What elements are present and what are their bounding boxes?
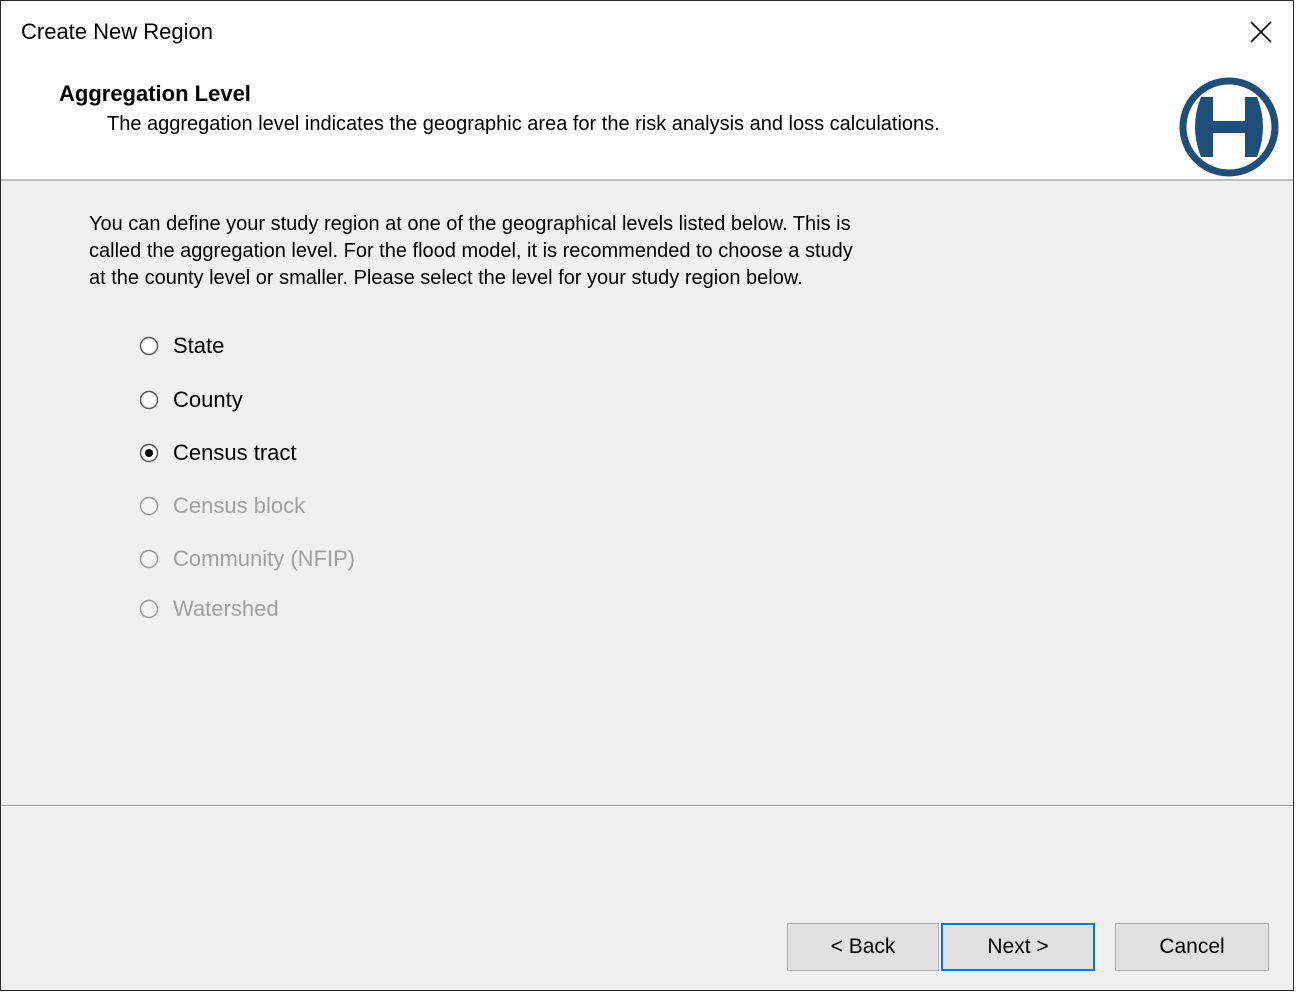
radio-option-county[interactable]: County [139,385,243,415]
radio-option-watershed: Watershed [139,594,279,624]
page-title: Aggregation Level [59,81,251,106]
window-title: Create New Region [21,19,213,44]
radio-label: Watershed [173,596,279,621]
radio-option-census-tract[interactable]: Census tract [139,438,297,468]
radio-option-community-nfip: Community (NFIP) [139,544,355,574]
back-button[interactable]: < Back [787,923,939,971]
wizard-content: You can define your study region at one … [1,181,1293,803]
radio-label: County [173,387,243,412]
intro-line: You can define your study region at one … [89,213,851,235]
radio-disabled-icon [139,599,159,619]
radio-label: Community (NFIP) [173,546,356,571]
hazus-h-logo-icon [1179,77,1279,177]
radio-disabled-icon [139,549,159,569]
close-button[interactable] [1229,1,1293,65]
radio-disabled-icon [139,496,159,516]
close-x-icon [1250,21,1272,43]
intro-line: called the aggregation level. For the fl… [89,240,853,262]
intro-text: You can define your study region at one … [89,211,949,292]
radio-label: Census block [173,493,306,518]
title-bar[interactable]: Create New Region [1,1,1293,65]
next-button[interactable]: Next > [941,923,1095,971]
radio-unchecked-icon[interactable] [139,336,159,356]
wizard-header: Aggregation Level The aggregation level … [1,65,1293,181]
create-new-region-dialog: Create New Region Aggregation Level The … [0,0,1294,991]
cancel-button[interactable]: Cancel [1115,923,1269,971]
intro-line: at the county level or smaller. Please s… [89,267,803,289]
radio-option-census-block: Census block [139,491,305,521]
radio-label: Census tract [173,440,297,465]
footer-divider [1,805,1293,807]
radio-checked-icon[interactable] [139,443,159,463]
page-subtitle: The aggregation level indicates the geog… [107,113,940,135]
radio-option-state[interactable]: State [139,331,224,361]
radio-label: State [173,333,225,358]
radio-unchecked-icon[interactable] [139,390,159,410]
